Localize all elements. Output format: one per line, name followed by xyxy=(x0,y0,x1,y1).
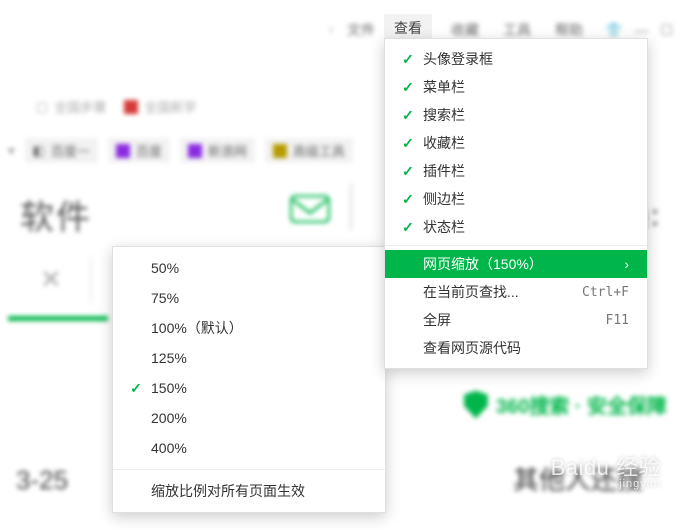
zoom-level-125%[interactable]: 125% xyxy=(113,343,385,373)
zoom-level-label: 100%（默认） xyxy=(145,318,367,338)
menu-item-find-label: 在当前页查找... xyxy=(417,282,582,302)
menu-item-toggle-1[interactable]: ✓菜单栏 xyxy=(385,73,647,101)
checkmark-icon: ✓ xyxy=(127,380,145,397)
zoom-level-label: 125% xyxy=(145,350,367,366)
zoom-level-label: 50% xyxy=(145,260,367,276)
menu-item-toggle-0[interactable]: ✓头像登录框 xyxy=(385,45,647,73)
menu-item-toggle-label: 状态栏 xyxy=(417,217,629,237)
menu-item-toggle-6[interactable]: ✓状态栏 xyxy=(385,213,647,241)
checkmark-icon: ✓ xyxy=(399,135,417,152)
zoom-level-label: 75% xyxy=(145,290,367,306)
menu-item-toggle-3[interactable]: ✓收藏栏 xyxy=(385,129,647,157)
zoom-level-label: 400% xyxy=(145,440,367,456)
checkmark-icon: ✓ xyxy=(399,191,417,208)
checkmark-icon: ✓ xyxy=(399,107,417,124)
menu-item-fullscreen-shortcut: F11 xyxy=(606,313,629,328)
zoom-level-75%[interactable]: 75% xyxy=(113,283,385,313)
zoom-level-400%[interactable]: 400% xyxy=(113,433,385,463)
checkmark-icon: ✓ xyxy=(399,51,417,68)
submenu-arrow-icon: › xyxy=(617,256,629,272)
checkmark-icon: ✓ xyxy=(399,163,417,180)
zoom-level-200%[interactable]: 200% xyxy=(113,403,385,433)
menu-item-toggle-label: 侧边栏 xyxy=(417,189,629,209)
menu-item-toggle-label: 搜索栏 xyxy=(417,105,629,125)
checkmark-icon: ✓ xyxy=(399,79,417,96)
menu-item-toggle-label: 插件栏 xyxy=(417,161,629,181)
menu-item-toggle-label: 菜单栏 xyxy=(417,77,629,97)
menu-item-toggle-label: 头像登录框 xyxy=(417,49,629,69)
menu-item-page-zoom-label: 网页缩放（150%） xyxy=(417,254,617,274)
zoom-level-150%[interactable]: ✓150% xyxy=(113,373,385,403)
menu-separator xyxy=(385,245,647,246)
zoom-level-label: 200% xyxy=(145,410,367,426)
menu-item-toggle-label: 收藏栏 xyxy=(417,133,629,153)
view-menu: ✓头像登录框✓菜单栏✓搜索栏✓收藏栏✓插件栏✓侧边栏✓状态栏 网页缩放（150%… xyxy=(384,38,648,369)
menu-item-view-source[interactable]: 查看网页源代码 xyxy=(385,334,647,362)
zoom-level-label: 150% xyxy=(145,380,367,396)
menu-item-toggle-5[interactable]: ✓侧边栏 xyxy=(385,185,647,213)
menu-item-page-zoom[interactable]: 网页缩放（150%） › xyxy=(385,250,647,278)
zoom-apply-all-label: 缩放比例对所有页面生效 xyxy=(145,481,367,501)
menu-item-find[interactable]: 在当前页查找... Ctrl+F xyxy=(385,278,647,306)
menu-item-find-shortcut: Ctrl+F xyxy=(582,285,629,300)
checkmark-icon: ✓ xyxy=(399,219,417,236)
menu-item-toggle-2[interactable]: ✓搜索栏 xyxy=(385,101,647,129)
menu-separator xyxy=(113,469,385,470)
zoom-apply-all[interactable]: 缩放比例对所有页面生效 xyxy=(113,476,385,506)
menu-item-fullscreen[interactable]: 全屏 F11 xyxy=(385,306,647,334)
zoom-level-100%（默认）[interactable]: 100%（默认） xyxy=(113,313,385,343)
zoom-submenu: 50%75%100%（默认）125%✓150%200%400% 缩放比例对所有页… xyxy=(112,246,386,513)
menu-item-fullscreen-label: 全屏 xyxy=(417,310,606,330)
menu-item-toggle-4[interactable]: ✓插件栏 xyxy=(385,157,647,185)
menu-item-view-source-label: 查看网页源代码 xyxy=(417,338,629,358)
zoom-level-50%[interactable]: 50% xyxy=(113,253,385,283)
